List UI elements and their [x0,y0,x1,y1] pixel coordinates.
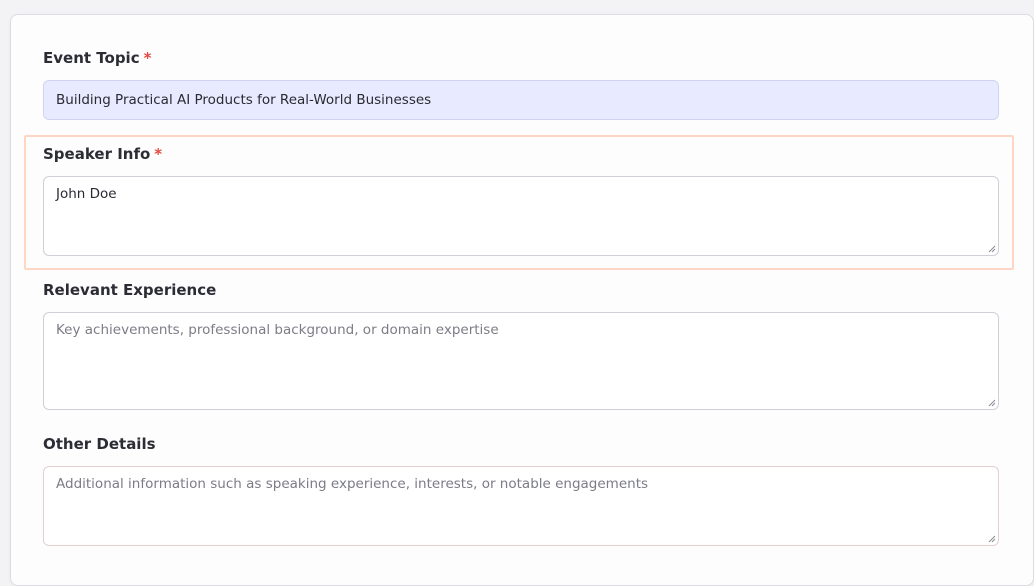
relevant-experience-label: Relevant Experience [43,281,217,299]
event-topic-label: Event Topic * [43,48,1001,68]
event-topic-field: Event Topic * Building Practical AI Produ… [43,48,1001,120]
required-asterisk: * [143,49,152,67]
resize-handle-icon[interactable] [988,245,996,253]
other-details-textarea[interactable]: Additional information such as speaking … [43,466,999,546]
other-details-field: Other Details Additional information suc… [43,434,1001,546]
speaker-info-textarea[interactable]: John Doe [43,176,999,256]
relevant-experience-textarea[interactable]: Key achievements, professional backgroun… [43,312,999,410]
other-details-label: Other Details [43,435,156,453]
speaker-info-value: John Doe [56,186,117,202]
relevant-experience-field: Relevant Experience Key achievements, pr… [43,280,1001,410]
form-card: Event Topic * Building Practical AI Produ… [10,14,1034,586]
other-details-placeholder: Additional information such as speaking … [56,476,649,492]
speaker-info-label: Speaker Info * [43,144,1001,164]
event-topic-input[interactable]: Building Practical AI Products for Real-… [43,80,999,120]
resize-handle-icon[interactable] [988,399,996,407]
relevant-experience-placeholder: Key achievements, professional backgroun… [56,322,499,338]
event-topic-value: Building Practical AI Products for Real-… [56,92,432,108]
resize-handle-icon[interactable] [988,535,996,543]
speaker-info-field: Speaker Info * John Doe [43,144,1001,256]
required-asterisk: * [154,145,163,163]
speaker-info-label-text: Speaker Info [43,145,151,163]
event-topic-label-text: Event Topic [43,49,140,67]
